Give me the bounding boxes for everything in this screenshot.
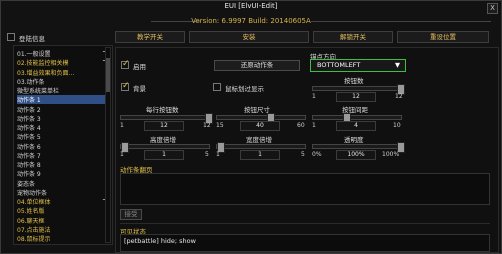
height-mult-max: 5 bbox=[205, 151, 209, 158]
addon-window: EUI [ElvUI-Edit] X Version: 6.9997 Build… bbox=[0, 0, 502, 254]
nav-item[interactable]: 02.技能监控相关模 bbox=[17, 58, 105, 67]
alpha-label: 透明度 bbox=[344, 136, 364, 144]
nav-item[interactable]: 04.单位框体 bbox=[17, 197, 105, 206]
nav-item[interactable]: 动作条 2 bbox=[17, 105, 105, 114]
alpha-input[interactable]: 100% bbox=[336, 150, 376, 160]
login-info-label: 登陆信息 bbox=[19, 35, 45, 43]
restore-bar-button[interactable]: 还原动作条 bbox=[214, 60, 300, 71]
nav-item[interactable]: 08.鼠标提示 bbox=[17, 234, 105, 243]
nav-item[interactable]: 03.增益效果和负面... bbox=[17, 68, 105, 77]
nav-item[interactable]: 动作条 7 bbox=[17, 151, 105, 160]
backdrop-label: 背景 bbox=[133, 85, 146, 93]
nav-item[interactable]: 姿态条 bbox=[17, 179, 105, 188]
per-row-input[interactable]: 12 bbox=[144, 121, 184, 131]
per-row-min: 1 bbox=[120, 122, 124, 129]
button-size-slider[interactable] bbox=[216, 113, 306, 124]
nav-tree: 01.一般设置+02.技能监控相关模+03.增益效果和负面...03.动作条微型… bbox=[13, 45, 113, 245]
close-button[interactable]: X bbox=[487, 3, 498, 14]
nav-scrollbar[interactable] bbox=[105, 47, 111, 243]
nav-item[interactable]: 动作条 4 bbox=[17, 123, 105, 132]
width-mult-label: 宽度倍增 bbox=[246, 136, 272, 144]
mouseover-checkbox[interactable] bbox=[213, 83, 221, 91]
height-mult-input[interactable]: 1 bbox=[144, 150, 184, 160]
alpha-min: 0% bbox=[312, 151, 322, 158]
enable-checkbox[interactable] bbox=[121, 59, 130, 69]
backdrop-checkbox[interactable] bbox=[121, 81, 130, 91]
nav-item[interactable]: 01.一般设置 bbox=[17, 49, 105, 58]
spacing-input[interactable]: 4 bbox=[336, 121, 376, 131]
visibility-value: [petbattle] hide; show bbox=[124, 237, 196, 245]
nav-item[interactable]: 动作条 3 bbox=[17, 114, 105, 123]
mouseover-label: 鼠标划过显示 bbox=[225, 85, 264, 93]
paging-textbox[interactable] bbox=[120, 173, 490, 205]
spacing-slider[interactable] bbox=[312, 113, 402, 124]
width-mult-max: 5 bbox=[301, 151, 305, 158]
per-row-max: 12 bbox=[203, 122, 211, 129]
enable-label: 启用 bbox=[133, 63, 146, 71]
nav-item[interactable]: 宠物动作条 bbox=[17, 188, 105, 197]
anchor-dropdown[interactable]: BOTTOMLEFT ▼ bbox=[310, 59, 406, 72]
nav-scrollbar-thumb[interactable] bbox=[106, 58, 110, 92]
nav-item[interactable]: 动作条 1 bbox=[17, 95, 105, 105]
height-mult-label: 高度倍增 bbox=[150, 136, 176, 144]
install-button[interactable]: 安装 bbox=[189, 31, 309, 43]
window-title: EUI [ElvUI-Edit] bbox=[224, 2, 278, 10]
buttons-max: 12 bbox=[395, 93, 403, 100]
nav-item[interactable]: 动作条 6 bbox=[17, 142, 105, 151]
anchor-value: BOTTOMLEFT bbox=[317, 61, 361, 69]
spacing-max: 10 bbox=[393, 122, 401, 129]
nav-item[interactable]: 动作条 9 bbox=[17, 169, 105, 178]
options-panel: 启用 还原动作条 锚点方向 BOTTOMLEFT ▼ 背景 鼠标划过显示 按钮数… bbox=[115, 47, 499, 253]
width-mult-min: 1 bbox=[216, 151, 220, 158]
per-row-slider[interactable] bbox=[120, 113, 213, 124]
alpha-slider[interactable] bbox=[312, 142, 405, 153]
width-mult-input[interactable]: 1 bbox=[240, 150, 280, 160]
buttons-min: 1 bbox=[312, 93, 316, 100]
buttons-input[interactable]: 12 bbox=[336, 92, 376, 102]
width-mult-slider[interactable] bbox=[216, 142, 306, 153]
nav-item[interactable]: 动作条 8 bbox=[17, 160, 105, 169]
button-size-input[interactable]: 40 bbox=[240, 121, 280, 131]
divider bbox=[311, 21, 491, 22]
tutorial-toggle-button[interactable]: 教学开关 bbox=[115, 31, 185, 43]
nav-item[interactable]: 07.点击施法 bbox=[17, 225, 105, 234]
buttons-label: 按钮数 bbox=[344, 77, 364, 85]
login-info-checkbox[interactable] bbox=[7, 33, 15, 41]
per-row-label: 每行按钮数 bbox=[146, 106, 179, 114]
spacing-min: 1 bbox=[312, 122, 316, 129]
height-mult-slider[interactable] bbox=[120, 142, 210, 153]
reset-position-button[interactable]: 重设位置 bbox=[397, 31, 489, 43]
buttons-slider[interactable] bbox=[312, 84, 405, 95]
button-size-max: 60 bbox=[297, 122, 305, 129]
nav-item[interactable]: 动作条 5 bbox=[17, 132, 105, 141]
nav-item[interactable]: 03.动作条 bbox=[17, 77, 105, 86]
visibility-textbox[interactable]: [petbattle] hide; show bbox=[120, 234, 490, 252]
button-size-min: 15 bbox=[216, 122, 224, 129]
nav-item[interactable]: 06.聊天框 bbox=[17, 216, 105, 225]
unlock-toggle-button[interactable]: 解锁开关 bbox=[313, 31, 393, 43]
nav-item[interactable]: 微型系统菜单栏 bbox=[17, 86, 105, 95]
height-mult-min: 1 bbox=[120, 151, 124, 158]
chevron-down-icon: ▼ bbox=[395, 61, 400, 69]
divider bbox=[120, 223, 490, 224]
accept-button[interactable]: 接受 bbox=[120, 209, 142, 220]
alpha-max: 100% bbox=[382, 151, 400, 158]
nav-item[interactable]: 05.姓名版 bbox=[17, 206, 105, 215]
